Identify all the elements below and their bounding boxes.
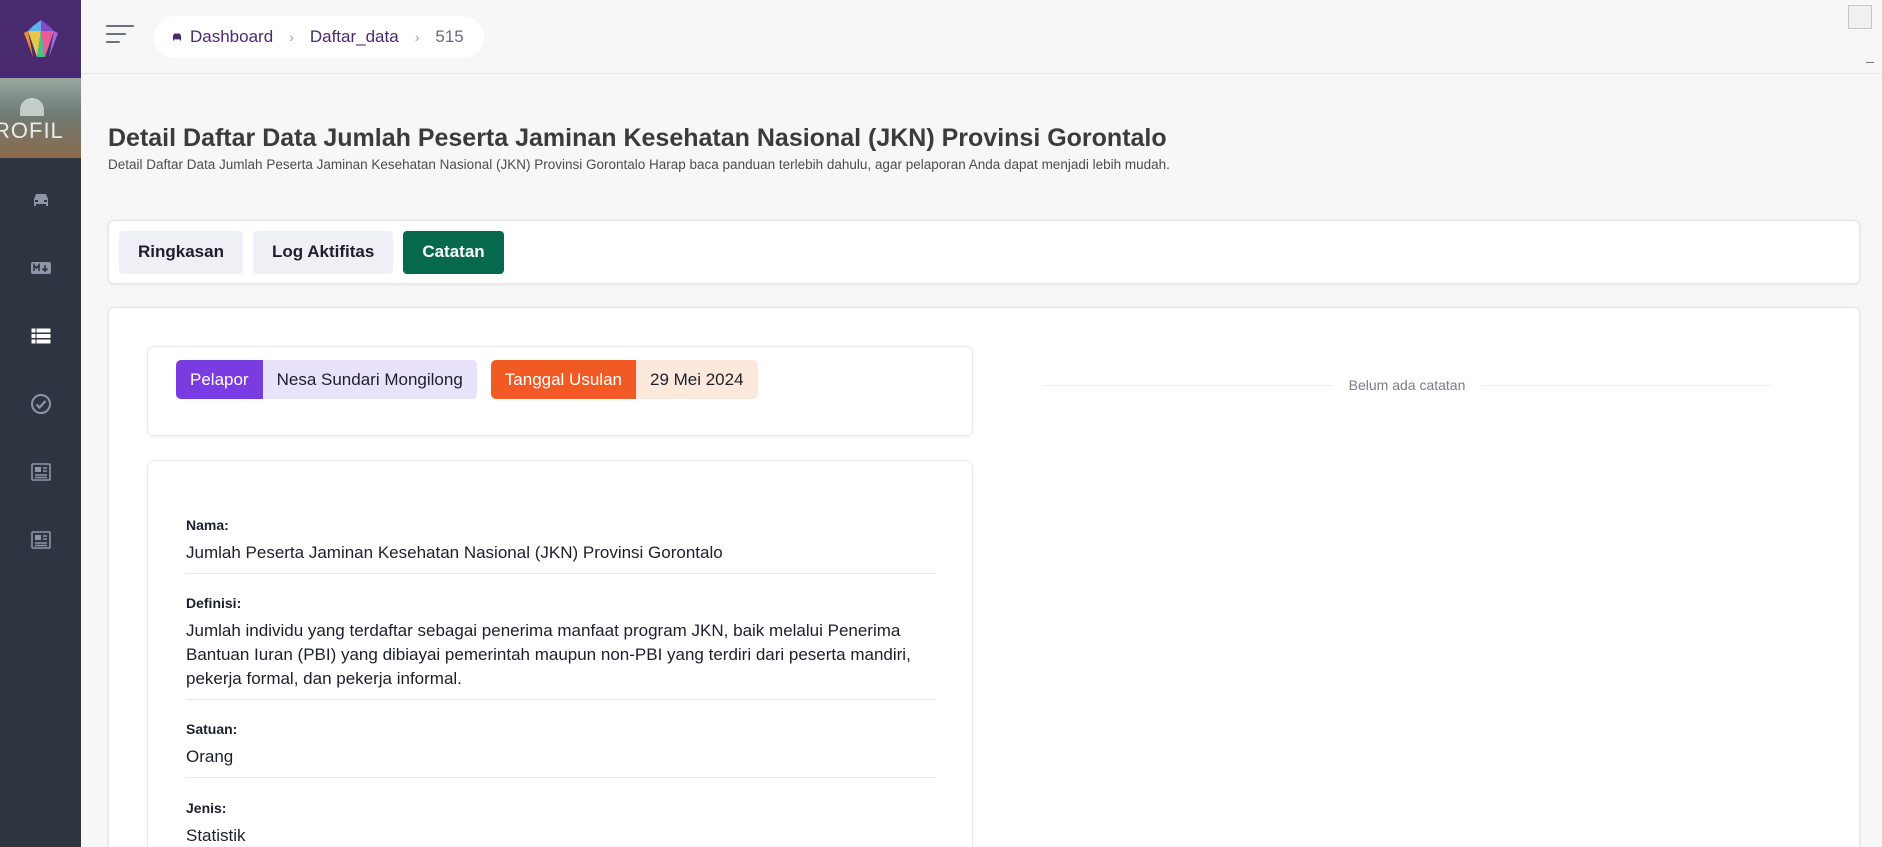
app-logo[interactable] bbox=[0, 0, 81, 78]
detail-card: Nama: Jumlah Peserta Jaminan Kesehatan N… bbox=[147, 460, 973, 847]
divider bbox=[1042, 384, 1333, 386]
field-satuan: Satuan: Orang bbox=[186, 721, 936, 778]
breadcrumb-current: 515 bbox=[435, 27, 464, 46]
check-circle-icon bbox=[30, 394, 51, 414]
car-icon bbox=[172, 33, 182, 41]
breadcrumb-daftar-data-link[interactable]: Daftar_data bbox=[310, 27, 399, 47]
broken-image-icon[interactable] bbox=[1848, 5, 1872, 29]
sidebar-item-car[interactable] bbox=[0, 166, 81, 234]
building-dome bbox=[20, 98, 44, 116]
profile-banner[interactable]: ROFIL bbox=[0, 78, 81, 158]
divider bbox=[1866, 62, 1874, 63]
main-content-card: Pelapor Nesa Sundari Mongilong Tanggal U… bbox=[108, 307, 1860, 847]
field-label: Satuan: bbox=[186, 721, 238, 737]
field-label: Nama: bbox=[186, 517, 229, 533]
definition-line: Jumlah individu yang terdaftar sebagai p… bbox=[186, 621, 901, 640]
reporter-label-badge: Pelapor bbox=[176, 360, 263, 399]
newspaper-icon bbox=[30, 531, 51, 549]
date-label-badge: Tanggal Usulan bbox=[490, 360, 636, 399]
notes-empty-state: Belum ada catatan bbox=[1042, 375, 1772, 395]
profile-text: ROFIL bbox=[0, 118, 64, 143]
tab-log-aktifitas[interactable]: Log Aktifitas bbox=[252, 230, 394, 274]
sidebar-item-markdown[interactable] bbox=[0, 234, 81, 302]
field-value: Orang bbox=[186, 747, 234, 766]
field-value: Statistik bbox=[186, 826, 246, 845]
definition-line: pekerja formal, dan pekerja informal. bbox=[186, 669, 462, 688]
breadcrumb-dashboard-link[interactable]: Dashboard bbox=[170, 27, 273, 47]
page-title: Detail Daftar Data Jumlah Peserta Jamina… bbox=[108, 124, 1167, 152]
divider bbox=[186, 573, 936, 574]
reporter-card: Pelapor Nesa Sundari Mongilong Tanggal U… bbox=[147, 346, 973, 436]
tab-catatan[interactable]: Catatan bbox=[403, 230, 504, 274]
chevron-right-icon: › bbox=[289, 29, 294, 45]
gem-logo-icon bbox=[23, 20, 58, 57]
markdown-icon bbox=[30, 262, 51, 274]
sidebar-item-list[interactable] bbox=[0, 302, 81, 370]
sidebar: ROFIL bbox=[0, 0, 81, 847]
field-value: Jumlah individu yang terdaftar sebagai p… bbox=[186, 619, 936, 691]
field-label: Jenis: bbox=[186, 800, 227, 816]
notes-empty-text: Belum ada catatan bbox=[1348, 377, 1466, 393]
field-value: Jumlah Peserta Jaminan Kesehatan Nasiona… bbox=[186, 543, 723, 562]
top-header: Dashboard › Daftar_data › 515 bbox=[81, 0, 1882, 74]
sidebar-item-check[interactable] bbox=[0, 370, 81, 438]
divider bbox=[1481, 384, 1772, 386]
chevron-right-icon: › bbox=[414, 29, 420, 45]
reporter-name-badge: Nesa Sundari Mongilong bbox=[262, 360, 477, 399]
tab-ringkasan[interactable]: Ringkasan bbox=[119, 230, 243, 274]
field-definisi: Definisi: Jumlah individu yang terdaftar… bbox=[186, 595, 936, 700]
definition-line: Bantuan Iuran (PBI) yang dibiayai pemeri… bbox=[186, 645, 911, 664]
menu-toggle-button[interactable] bbox=[106, 25, 134, 47]
sidebar-nav bbox=[0, 166, 81, 574]
divider bbox=[186, 777, 936, 778]
newspaper-icon bbox=[30, 463, 51, 481]
date-value-badge: 29 Mei 2024 bbox=[635, 360, 758, 399]
sidebar-item-newspaper-2[interactable] bbox=[0, 506, 81, 574]
menu-icon-line bbox=[106, 33, 126, 35]
field-jenis: Jenis: Statistik bbox=[186, 800, 936, 847]
field-label: Definisi: bbox=[186, 595, 242, 611]
breadcrumb: Dashboard › Daftar_data › 515 bbox=[154, 16, 484, 58]
menu-icon-line bbox=[106, 41, 120, 43]
tabs-bar: Ringkasan Log Aktifitas Catatan bbox=[108, 220, 1860, 284]
badge-row: Pelapor Nesa Sundari Mongilong Tanggal U… bbox=[176, 360, 758, 399]
breadcrumb-dashboard-label: Dashboard bbox=[190, 27, 274, 46]
menu-icon-line bbox=[106, 25, 134, 27]
car-icon bbox=[33, 194, 48, 206]
divider bbox=[186, 699, 936, 700]
list-icon bbox=[31, 328, 50, 344]
sidebar-item-newspaper-1[interactable] bbox=[0, 438, 81, 506]
page-subtitle: Detail Daftar Data Jumlah Peserta Jamina… bbox=[108, 157, 1170, 172]
field-nama: Nama: Jumlah Peserta Jaminan Kesehatan N… bbox=[186, 517, 936, 574]
